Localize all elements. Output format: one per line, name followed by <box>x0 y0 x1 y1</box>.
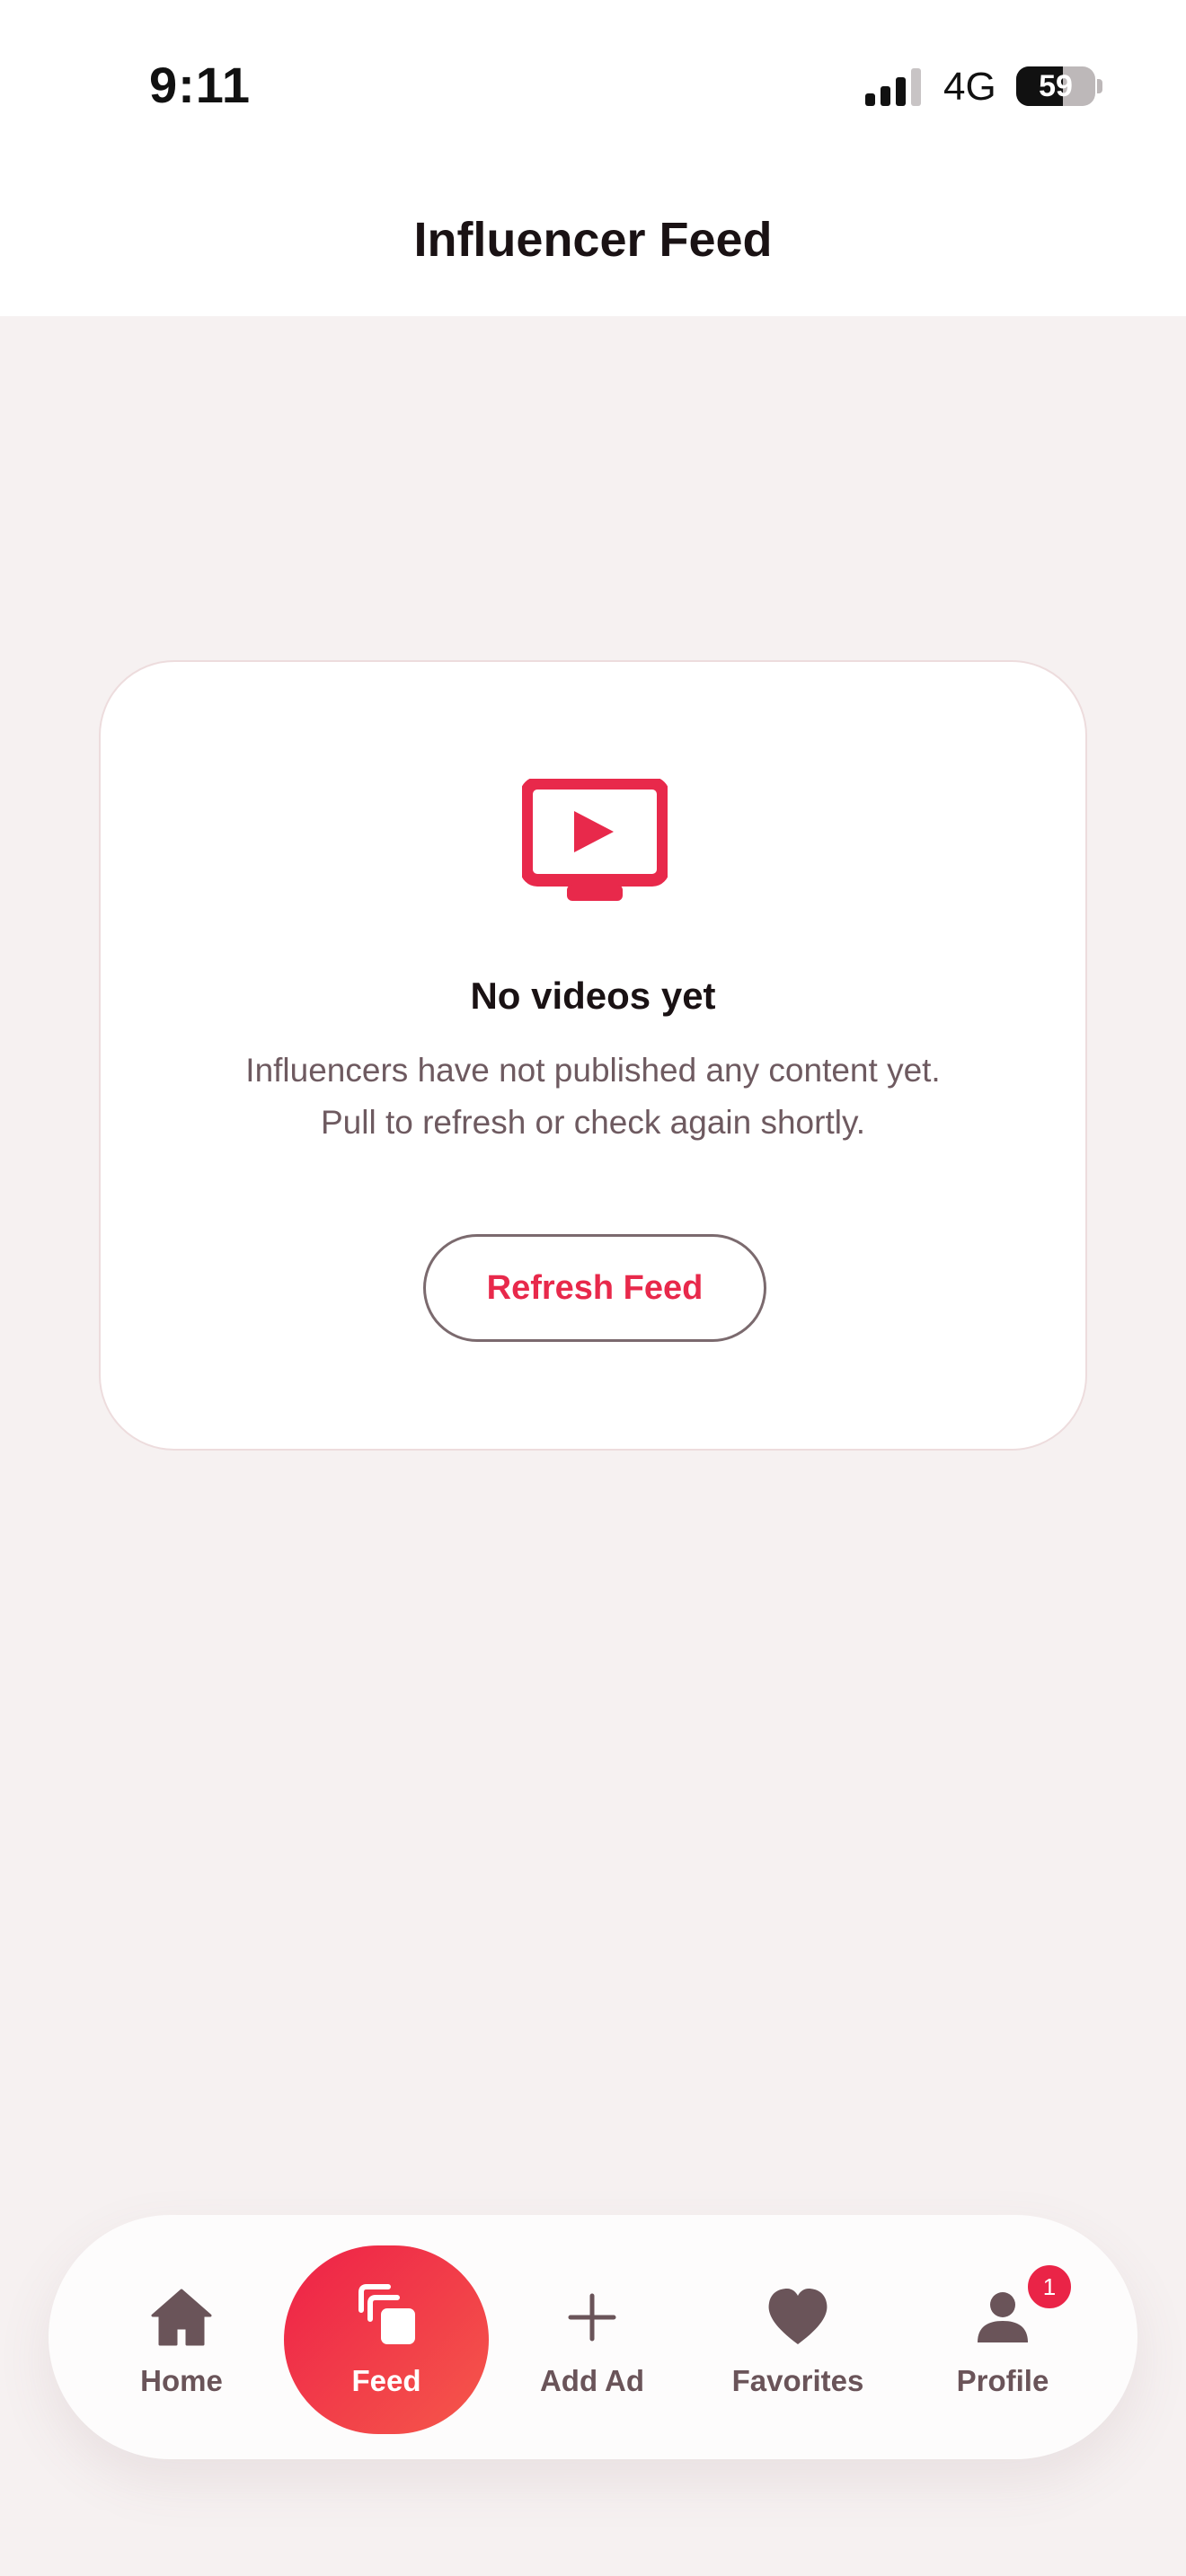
tab-home[interactable]: Home <box>83 2215 280 2459</box>
tab-favorites[interactable]: Favorites <box>699 2215 897 2459</box>
empty-state-message: Influencers have not published any conte… <box>245 1052 941 1089</box>
tab-feed-label: Feed <box>351 2364 421 2397</box>
empty-state-card: No videos yet Influencers have not publi… <box>99 660 1087 1451</box>
feed-icon <box>358 2284 415 2344</box>
empty-state-hint: Pull to refresh or check again shortly. <box>321 1104 865 1141</box>
network-type: 4G <box>943 65 996 109</box>
heart-icon <box>768 2289 828 2344</box>
top-area: 9:11 4G 59 Influencer Feed <box>0 0 1186 316</box>
tab-profile-label: Profile <box>956 2364 1049 2397</box>
empty-state-title: No videos yet <box>470 975 716 1017</box>
status-bar: 9:11 4G 59 <box>0 0 1186 171</box>
battery-icon: 59 <box>1016 66 1102 106</box>
battery-percentage: 59 <box>1039 68 1073 103</box>
tab-feed[interactable]: Feed <box>284 2245 489 2434</box>
home-icon <box>151 2289 212 2346</box>
tab-home-label: Home <box>140 2364 223 2397</box>
page-title: Influencer Feed <box>413 213 773 267</box>
status-time: 9:11 <box>149 57 251 113</box>
tab-add-ad[interactable]: Add Ad <box>493 2215 691 2459</box>
plus-icon <box>568 2293 616 2342</box>
refresh-feed-button[interactable]: Refresh Feed <box>423 1234 766 1342</box>
tab-favorites-label: Favorites <box>731 2364 864 2397</box>
tab-add-ad-label: Add Ad <box>539 2364 645 2397</box>
tab-profile[interactable]: 1 Profile <box>904 2215 1102 2459</box>
profile-notification-badge: 1 <box>1024 2262 1075 2312</box>
cellular-signal-icon <box>865 66 925 106</box>
tv-play-icon <box>522 779 668 901</box>
bottom-tab-bar: Home Feed Add Ad Favorites 1 Profile <box>49 2215 1137 2459</box>
